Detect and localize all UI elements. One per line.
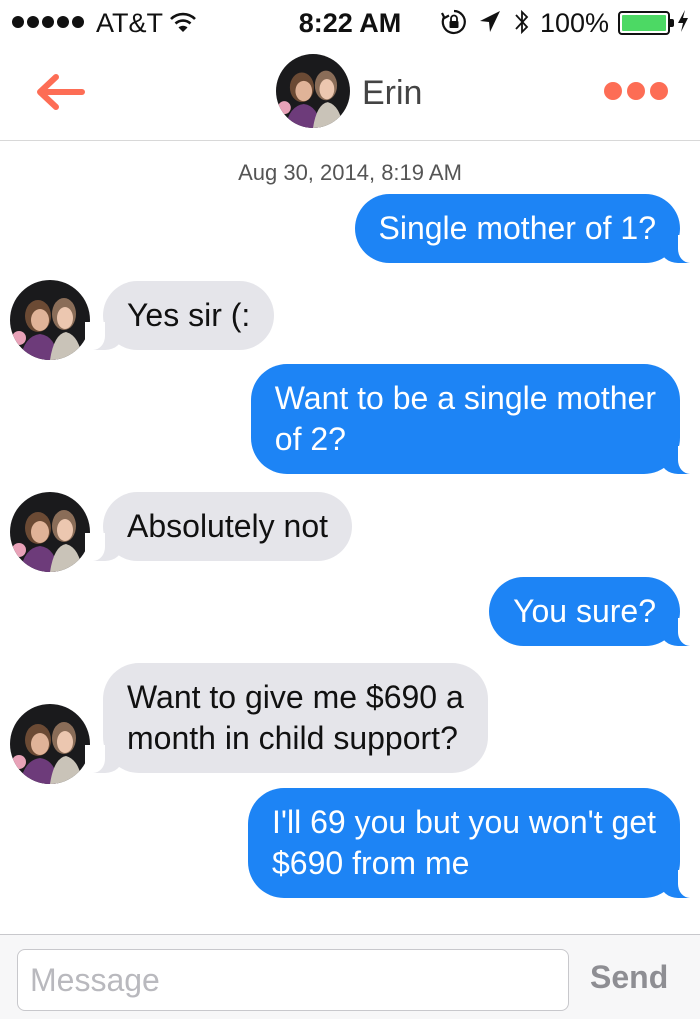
message-line: month in child support? bbox=[127, 720, 458, 756]
wifi-icon bbox=[170, 12, 196, 32]
contact-avatar[interactable] bbox=[276, 54, 350, 128]
message-line: Single mother of 1? bbox=[378, 210, 657, 246]
back-arrow-icon[interactable] bbox=[34, 72, 86, 112]
message-bubble-outgoing[interactable]: Want to be a single mother of 2? bbox=[250, 364, 699, 474]
conversation-timestamp: Aug 30, 2014, 8:19 AM bbox=[238, 160, 462, 185]
message-bubble-incoming[interactable]: Want to give me $690 a month in child su… bbox=[85, 663, 488, 773]
sender-avatar[interactable] bbox=[10, 704, 90, 784]
message-bubble-incoming[interactable]: Yes sir (: bbox=[84, 281, 275, 350]
message-bubble-outgoing[interactable]: I'll 69 you but you won't get $690 from … bbox=[247, 788, 699, 898]
status-bar: AT&T 8:22 AM 100% bbox=[0, 0, 700, 44]
message-input[interactable] bbox=[17, 949, 569, 1011]
rotation-lock-icon bbox=[441, 9, 466, 35]
message-input-bar: Send bbox=[0, 934, 700, 1019]
message-bubble-incoming[interactable]: Absolutely not bbox=[84, 492, 353, 561]
message-line: Want to be a single mother bbox=[274, 380, 656, 416]
send-button[interactable]: Send bbox=[590, 959, 668, 996]
nav-bar: Erin bbox=[0, 44, 700, 141]
message-line: of 2? bbox=[274, 421, 346, 457]
battery-percent: 100% bbox=[540, 8, 610, 38]
message-line: You sure? bbox=[513, 593, 656, 629]
message-line: $690 from me bbox=[271, 845, 470, 881]
message-bubble-outgoing[interactable]: You sure? bbox=[489, 577, 698, 646]
contact-name[interactable]: Erin bbox=[362, 74, 422, 113]
carrier-name: AT&T bbox=[96, 8, 163, 38]
sender-avatar[interactable] bbox=[10, 492, 90, 572]
location-arrow-icon bbox=[480, 11, 500, 32]
message-line: I'll 69 you but you won't get bbox=[271, 804, 656, 840]
contact-photo bbox=[276, 54, 350, 128]
message-line: Want to give me $690 a bbox=[127, 679, 464, 715]
message-line: Absolutely not bbox=[127, 508, 329, 544]
charging-bolt-icon bbox=[678, 10, 688, 32]
battery-icon bbox=[618, 11, 674, 35]
sender-avatar[interactable] bbox=[10, 280, 90, 360]
message-bubble-outgoing[interactable]: Single mother of 1? bbox=[354, 194, 698, 263]
bluetooth-icon bbox=[515, 9, 529, 35]
signal-strength-icon bbox=[12, 16, 84, 28]
more-dots-icon[interactable] bbox=[604, 82, 668, 100]
message-line: Yes sir (: bbox=[127, 297, 251, 333]
